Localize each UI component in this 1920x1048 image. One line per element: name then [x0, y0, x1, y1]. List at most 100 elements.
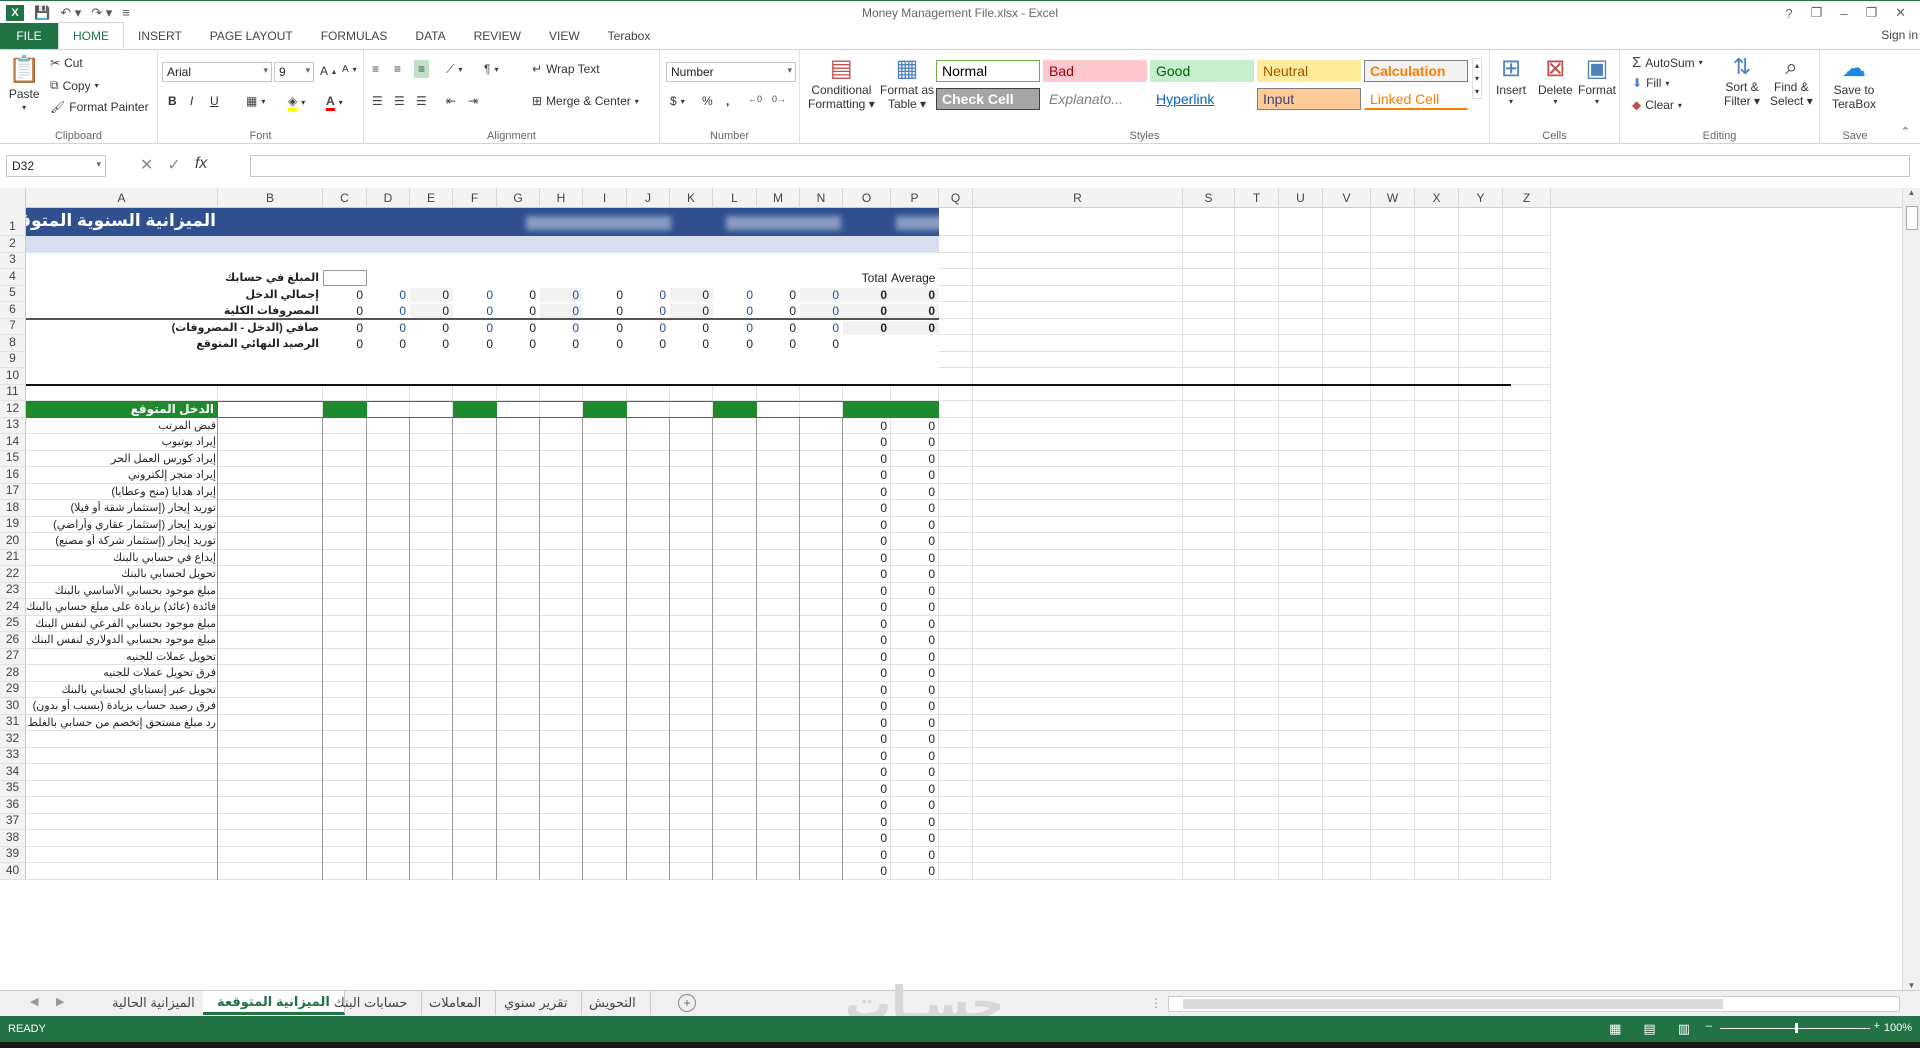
redo-icon[interactable]: ↷ ▾: [91, 5, 112, 21]
scroll-down-icon[interactable]: ▼: [1903, 981, 1920, 990]
summary-value[interactable]: 0: [713, 304, 757, 318]
column-header-u[interactable]: U: [1279, 188, 1323, 208]
summary-value[interactable]: 0: [453, 321, 497, 335]
fill-button[interactable]: ⬇ Fill ▾: [1632, 76, 1669, 90]
row-header-32[interactable]: 32: [0, 731, 26, 748]
summary-value[interactable]: 0: [713, 288, 757, 302]
column-header-h[interactable]: H: [540, 188, 583, 208]
summary-value[interactable]: 0: [713, 337, 757, 351]
tab-page-layout[interactable]: PAGE LAYOUT: [196, 23, 307, 49]
income-average[interactable]: 0: [891, 699, 939, 713]
row-header-20[interactable]: 20: [0, 533, 26, 550]
column-header-a[interactable]: A: [26, 188, 218, 208]
row-header-33[interactable]: 33: [0, 747, 26, 764]
summary-value[interactable]: 0: [323, 337, 367, 351]
save-to-terabox-button[interactable]: ☁ Save to TeraBox: [1832, 54, 1876, 111]
currency-button[interactable]: $ ▾: [670, 94, 685, 108]
column-header-p[interactable]: P: [891, 188, 939, 208]
sheet-tab-savings[interactable]: التحويش: [575, 991, 651, 1015]
summary-value[interactable]: 0: [367, 304, 410, 318]
style-good[interactable]: Good: [1150, 60, 1254, 82]
column-header-f[interactable]: F: [453, 188, 497, 208]
row-header-6[interactable]: 6: [0, 302, 26, 319]
income-average[interactable]: 0: [891, 501, 939, 515]
income-average[interactable]: 0: [891, 633, 939, 647]
column-header-i[interactable]: I: [583, 188, 627, 208]
column-header-w[interactable]: W: [1371, 188, 1415, 208]
income-average[interactable]: 0: [891, 534, 939, 548]
income-total[interactable]: 0: [843, 749, 891, 763]
borders-button[interactable]: ▦ ▾: [246, 94, 265, 108]
bold-button[interactable]: B: [168, 94, 177, 108]
formula-input[interactable]: [250, 155, 1910, 177]
income-total[interactable]: 0: [843, 782, 891, 796]
font-color-button[interactable]: A ▾: [326, 94, 343, 111]
income-average[interactable]: 0: [891, 419, 939, 433]
tab-insert[interactable]: INSERT: [124, 23, 196, 49]
account-amount-input[interactable]: [323, 270, 367, 286]
summary-value[interactable]: 0: [323, 304, 367, 318]
row-header-18[interactable]: 18: [0, 500, 26, 517]
worksheet-grid[interactable]: ABCDEFGHIJKLMNOPQRSTUVWXYZ 1 2 3 4 5 6 7 8 9 10 11…: [0, 188, 1902, 990]
delete-button[interactable]: ⊠ Delete ▾: [1538, 54, 1573, 106]
style-calculation[interactable]: Calculation: [1364, 60, 1468, 82]
summary-value[interactable]: 0: [627, 304, 670, 318]
sheet-tab-transactions[interactable]: المعاملات: [415, 991, 497, 1015]
summary-value[interactable]: 0: [800, 337, 843, 351]
style-normal[interactable]: Normal: [936, 60, 1040, 82]
horizontal-scroll-thumb[interactable]: [1183, 999, 1723, 1009]
row-header-26[interactable]: 26: [0, 632, 26, 649]
income-total[interactable]: 0: [843, 551, 891, 565]
sheet-tab-bank-accounts[interactable]: حسابات البنك: [320, 991, 423, 1015]
summary-value[interactable]: 0: [713, 321, 757, 335]
sheet-tab-current-budget[interactable]: الميزانية الحالية: [98, 991, 210, 1015]
row-header-17[interactable]: 17: [0, 483, 26, 500]
column-header-n[interactable]: N: [800, 188, 843, 208]
summary-value[interactable]: 0: [540, 321, 583, 335]
summary-value[interactable]: 0: [670, 287, 713, 302]
row-header-16[interactable]: 16: [0, 467, 26, 484]
summary-value[interactable]: 0: [367, 288, 410, 302]
row-header-25[interactable]: 25: [0, 615, 26, 632]
row-header-8[interactable]: 8: [0, 335, 26, 352]
style-bad[interactable]: Bad: [1043, 60, 1147, 82]
income-item[interactable]: قبض المرتب: [26, 419, 216, 432]
summary-value[interactable]: 0: [410, 337, 453, 351]
income-item[interactable]: توريد إيجار (إستثمار شركة أو مصنع): [26, 534, 216, 547]
income-average[interactable]: 0: [891, 683, 939, 697]
row-header-35[interactable]: 35: [0, 780, 26, 797]
next-sheet-icon[interactable]: ▶: [56, 995, 64, 1008]
tab-split-handle[interactable]: ⋮: [1150, 996, 1162, 1010]
row-header-29[interactable]: 29: [0, 681, 26, 698]
income-average[interactable]: 0: [891, 864, 939, 878]
summary-value[interactable]: 0: [757, 304, 800, 318]
income-average[interactable]: 0: [891, 831, 939, 845]
income-average[interactable]: 0: [891, 666, 939, 680]
style-hyperlink[interactable]: Hyperlink: [1150, 88, 1254, 110]
zoom-slider-thumb[interactable]: [1795, 1023, 1798, 1033]
column-header-e[interactable]: E: [410, 188, 453, 208]
zoom-level[interactable]: 100%: [1884, 1022, 1912, 1034]
column-header-x[interactable]: X: [1415, 188, 1459, 208]
normal-view-icon[interactable]: ▦: [1609, 1021, 1621, 1037]
customize-qa-icon[interactable]: ≡: [122, 5, 130, 20]
income-item[interactable]: إيراد متجر إلكتروني: [26, 468, 216, 481]
row-header-21[interactable]: 21: [0, 549, 26, 566]
summary-value[interactable]: 0: [757, 288, 800, 302]
font-size-select[interactable]: 9: [274, 62, 314, 82]
summary-value[interactable]: 0: [670, 304, 713, 318]
add-sheet-icon[interactable]: +: [678, 994, 696, 1012]
row-header-24[interactable]: 24: [0, 599, 26, 616]
style-input[interactable]: Input: [1257, 88, 1361, 110]
italic-button[interactable]: I: [190, 94, 193, 108]
decrease-indent-button[interactable]: ⇤: [446, 94, 456, 108]
summary-value[interactable]: 0: [367, 337, 410, 351]
shrink-font-button[interactable]: A ▾: [342, 64, 357, 75]
wrap-text-button[interactable]: ↵ Wrap Text: [532, 62, 600, 76]
income-total[interactable]: 0: [843, 716, 891, 730]
undo-icon[interactable]: ↶ ▾: [60, 5, 81, 21]
row-header-36[interactable]: 36: [0, 797, 26, 814]
sheet-tab-annual-report[interactable]: تقرير سنوي: [490, 991, 583, 1015]
vertical-scroll-thumb[interactable]: [1906, 206, 1918, 230]
summary-value[interactable]: 0: [800, 304, 843, 318]
